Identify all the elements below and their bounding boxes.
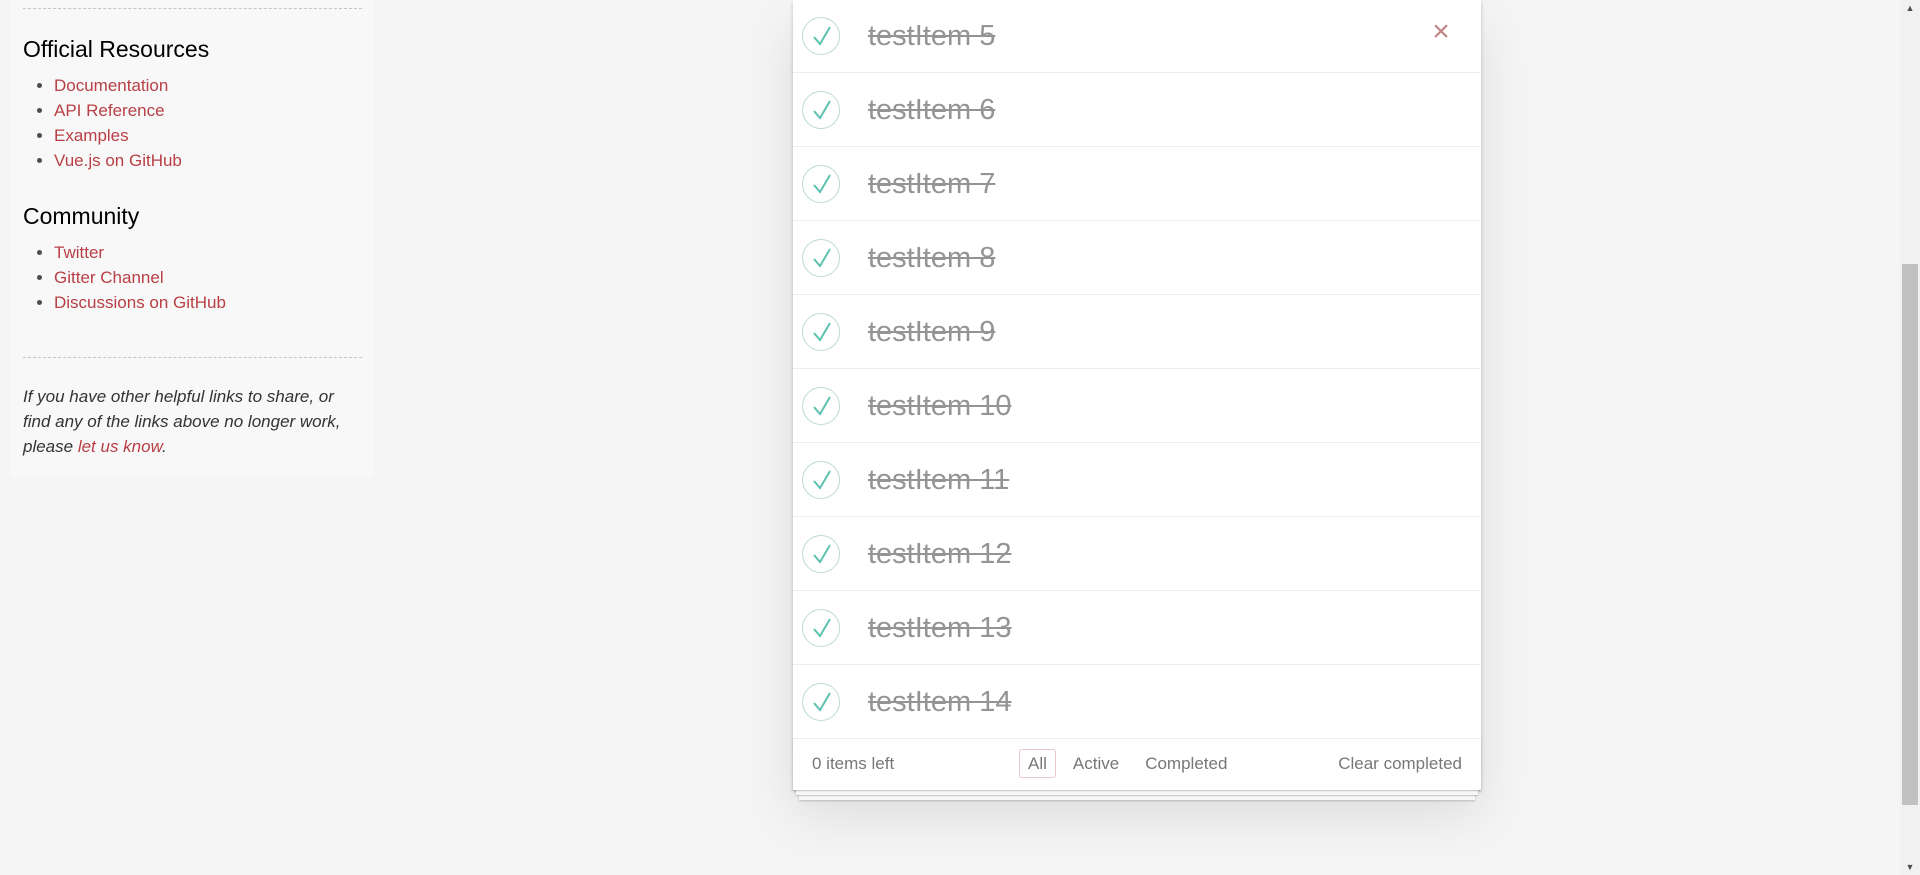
check-icon[interactable] xyxy=(802,535,840,573)
todo-label[interactable]: testItem 12 xyxy=(868,537,1011,571)
todo-label[interactable]: testItem 6 xyxy=(868,93,995,127)
community-heading: Community xyxy=(23,203,140,229)
footer-note-text: If you have other helpful links to share… xyxy=(23,387,341,456)
check-icon[interactable] xyxy=(802,683,840,721)
todo-label[interactable]: testItem 5 xyxy=(868,19,995,53)
official-resources-list: Documentation API Reference Examples Vue… xyxy=(23,73,362,173)
todo-item[interactable]: testItem 6 xyxy=(793,73,1481,147)
documentation-link[interactable]: Documentation xyxy=(54,76,168,95)
filter-active[interactable]: Active xyxy=(1064,749,1128,778)
todo-item[interactable]: testItem 14 xyxy=(793,665,1481,739)
footer-note-end: . xyxy=(161,437,167,456)
community-list: Twitter Gitter Channel Discussions on Gi… xyxy=(23,240,362,315)
check-icon[interactable] xyxy=(802,313,840,351)
gitter-channel-link[interactable]: Gitter Channel xyxy=(54,268,164,287)
todo-item[interactable]: testItem 9 xyxy=(793,295,1481,369)
check-icon[interactable] xyxy=(802,165,840,203)
todo-label[interactable]: testItem 7 xyxy=(868,167,995,201)
todo-app: testItem 5 × testItem 6 testItem 7 testI… xyxy=(793,0,1481,790)
todo-item[interactable]: testItem 12 xyxy=(793,517,1481,591)
official-resources-heading: Official Resources xyxy=(23,36,210,62)
todo-footer: 0 items left All Active Completed Clear … xyxy=(793,739,1481,790)
clear-completed-button[interactable]: Clear completed xyxy=(1338,754,1462,774)
page: Official Resources Documentation API Ref… xyxy=(0,0,1920,875)
todo-item[interactable]: testItem 8 xyxy=(793,221,1481,295)
filters: All Active Completed xyxy=(1019,749,1244,778)
list-item: Examples xyxy=(54,123,362,148)
list-item: Twitter xyxy=(54,240,362,265)
close-icon[interactable]: × xyxy=(1427,17,1455,47)
check-icon[interactable] xyxy=(802,17,840,55)
filter-item: All xyxy=(1019,749,1064,778)
divider xyxy=(23,357,362,358)
todo-label[interactable]: testItem 10 xyxy=(868,389,1011,423)
todo-label[interactable]: testItem 8 xyxy=(868,241,995,275)
list-item: Documentation xyxy=(54,73,362,98)
todo-label[interactable]: testItem 9 xyxy=(868,315,995,349)
scrollbar-thumb[interactable] xyxy=(1902,264,1918,805)
filter-item: Completed xyxy=(1136,749,1244,778)
check-icon[interactable] xyxy=(802,387,840,425)
todo-label[interactable]: testItem 13 xyxy=(868,611,1011,645)
divider xyxy=(23,8,362,9)
list-item: Discussions on GitHub xyxy=(54,290,362,315)
discussions-github-link[interactable]: Discussions on GitHub xyxy=(54,293,226,312)
list-item: Vue.js on GitHub xyxy=(54,148,362,173)
list-item: API Reference xyxy=(54,98,362,123)
let-us-know-link[interactable]: let us know xyxy=(78,437,162,456)
todo-item[interactable]: testItem 13 xyxy=(793,591,1481,665)
arrow-down-icon[interactable]: ▼ xyxy=(1900,859,1920,875)
todo-item[interactable]: testItem 7 xyxy=(793,147,1481,221)
todo-item[interactable]: testItem 10 xyxy=(793,369,1481,443)
todo-label[interactable]: testItem 11 xyxy=(868,463,1009,497)
todo-item[interactable]: testItem 11 xyxy=(793,443,1481,517)
check-icon[interactable] xyxy=(802,239,840,277)
filter-completed[interactable]: Completed xyxy=(1136,749,1236,778)
filter-all[interactable]: All xyxy=(1019,749,1056,778)
arrow-up-icon[interactable]: ▲ xyxy=(1900,0,1920,16)
items-left-count: 0 items left xyxy=(812,754,895,773)
todo-label[interactable]: testItem 14 xyxy=(868,685,1011,719)
check-icon[interactable] xyxy=(802,461,840,499)
twitter-link[interactable]: Twitter xyxy=(54,243,104,262)
todo-list: testItem 5 × testItem 6 testItem 7 testI… xyxy=(793,0,1481,739)
footer-note: If you have other helpful links to share… xyxy=(23,384,362,459)
check-icon[interactable] xyxy=(802,609,840,647)
check-icon[interactable] xyxy=(802,91,840,129)
api-reference-link[interactable]: API Reference xyxy=(54,101,165,120)
list-item: Gitter Channel xyxy=(54,265,362,290)
filter-item: Active xyxy=(1064,749,1136,778)
examples-link[interactable]: Examples xyxy=(54,126,129,145)
vuejs-github-link[interactable]: Vue.js on GitHub xyxy=(54,151,182,170)
vertical-scrollbar[interactable]: ▲ ▼ xyxy=(1900,0,1920,875)
todo-item[interactable]: testItem 5 × xyxy=(793,0,1481,73)
learn-sidebar: Official Resources Documentation API Ref… xyxy=(10,0,374,478)
